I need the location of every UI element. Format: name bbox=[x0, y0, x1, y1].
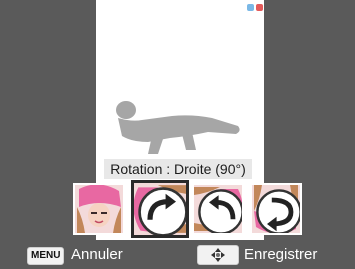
menu-key-icon[interactable]: MENU bbox=[27, 247, 65, 265]
reclining-figure-silhouette bbox=[116, 101, 240, 154]
corner-marker-blue bbox=[247, 4, 254, 11]
save-label[interactable]: Enregistrer bbox=[244, 244, 317, 266]
cancel-label[interactable]: Annuler bbox=[71, 244, 123, 266]
thumb-rotate-right[interactable] bbox=[131, 180, 189, 238]
photo-rotation-screen: Rotation : Droite (90°) MENU Annuler Enr… bbox=[0, 0, 355, 269]
rotation-caption: Rotation : Droite (90°) bbox=[104, 159, 252, 179]
thumb-rotate-left[interactable] bbox=[192, 183, 244, 235]
rotation-filmstrip bbox=[70, 180, 310, 238]
dpad-icon[interactable] bbox=[197, 245, 239, 265]
rotate-180-icon bbox=[256, 189, 300, 233]
thumb-original[interactable] bbox=[73, 183, 125, 235]
thumb-rotate-180[interactable] bbox=[250, 183, 302, 235]
rotate-left-icon bbox=[198, 189, 242, 233]
corner-marker-red bbox=[256, 4, 263, 11]
rotate-right-icon bbox=[138, 187, 186, 235]
